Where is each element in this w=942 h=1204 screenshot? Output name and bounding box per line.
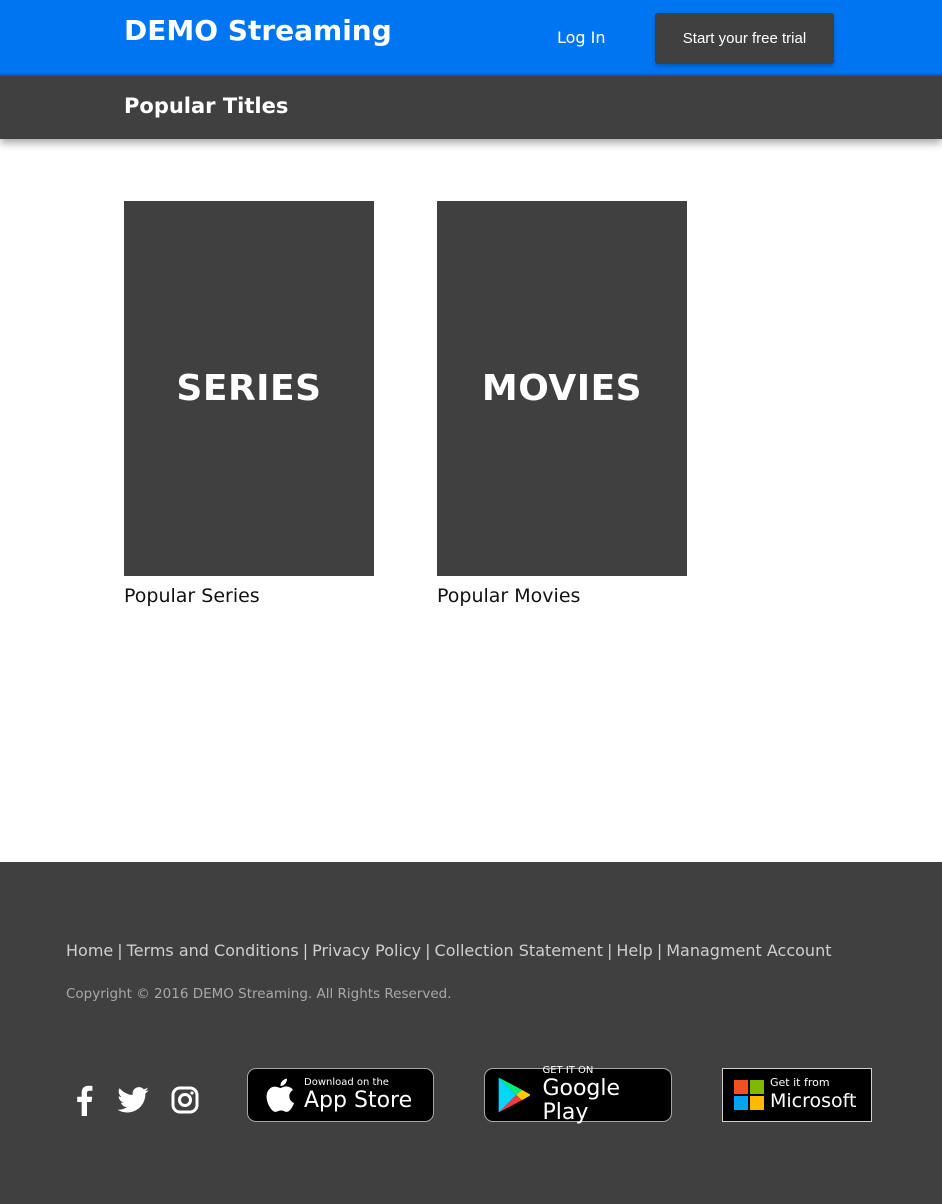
footer-separator: | <box>302 941 309 960</box>
instagram-icon[interactable] <box>169 1082 201 1118</box>
microsoft-line2: Microsoft <box>770 1090 857 1112</box>
page-title: Popular Titles <box>124 94 289 118</box>
footer-link-privacy[interactable]: Privacy Policy <box>312 941 421 960</box>
footer-separator: | <box>656 941 663 960</box>
google-play-badge[interactable]: GET IT ON Google Play <box>484 1065 672 1125</box>
footer-link-terms[interactable]: Terms and Conditions <box>127 941 299 960</box>
copyright-text: Copyright © 2016 DEMO Streaming. All Rig… <box>66 986 452 1002</box>
start-free-trial-button[interactable]: Start your free trial <box>655 13 834 64</box>
microsoft-logo-icon <box>734 1080 764 1110</box>
movies-tile-text: MOVIES <box>481 368 643 409</box>
series-tile-text: SERIES <box>176 368 322 409</box>
microsoft-store-badge[interactable]: Get it from Microsoft <box>722 1068 872 1122</box>
footer-link-collection[interactable]: Collection Statement <box>435 941 603 960</box>
series-tile[interactable]: SERIES <box>124 201 374 576</box>
footer-link-help[interactable]: Help <box>616 941 652 960</box>
brand-logo[interactable]: DEMO Streaming <box>124 14 392 47</box>
google-play-line2: Google Play <box>542 1076 621 1125</box>
series-caption[interactable]: Popular Series <box>124 585 260 607</box>
footer-link-home[interactable]: Home <box>66 941 113 960</box>
movies-caption[interactable]: Popular Movies <box>437 585 580 607</box>
footer-separator: | <box>606 941 613 960</box>
footer-links: Home | Terms and Conditions | Privacy Policy… <box>66 941 831 960</box>
apple-icon <box>266 1078 295 1112</box>
microsoft-line1: Get it from <box>770 1076 830 1089</box>
page-title-bar: Popular Titles <box>0 76 942 139</box>
movies-tile[interactable]: MOVIES <box>437 201 687 576</box>
app-store-line2: App Store <box>304 1088 413 1113</box>
footer-separator: | <box>117 941 123 960</box>
google-play-icon <box>498 1077 531 1113</box>
footer-link-account[interactable]: Managment Account <box>666 941 831 960</box>
facebook-icon[interactable] <box>72 1082 96 1118</box>
twitter-icon[interactable] <box>115 1082 151 1118</box>
app-store-badge[interactable]: Download on the App Store <box>247 1068 434 1122</box>
footer: Home | Terms and Conditions | Privacy Policy… <box>0 862 942 1204</box>
login-link[interactable]: Log In <box>557 28 606 47</box>
footer-separator: | <box>425 941 431 960</box>
top-navbar: DEMO Streaming Log In Start your free tr… <box>0 0 942 76</box>
